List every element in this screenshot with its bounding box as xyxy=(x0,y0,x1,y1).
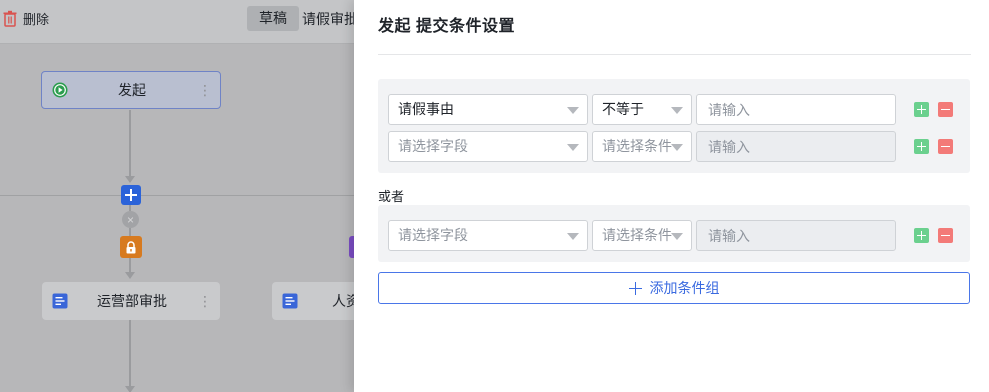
field-select-value: 请假事由 xyxy=(398,101,454,117)
divider xyxy=(378,54,971,55)
value-input xyxy=(696,220,896,251)
delete-button[interactable]: 删除 xyxy=(2,9,49,28)
start-node-label: 发起 xyxy=(118,82,146,98)
operator-select[interactable]: 不等于 xyxy=(592,94,692,125)
plus-icon xyxy=(125,189,137,201)
delete-label: 删除 xyxy=(23,12,50,27)
condition-group: 请选择字段 请选择条件 xyxy=(378,205,970,262)
field-select-placeholder: 请选择字段 xyxy=(398,227,468,243)
flow-title: 请假审批 xyxy=(302,11,358,27)
chevron-down-icon xyxy=(671,107,683,114)
remove-condition-button[interactable] xyxy=(938,139,953,154)
close-icon[interactable]: × xyxy=(122,211,139,228)
trash-icon xyxy=(2,10,18,27)
connector-line xyxy=(129,110,131,182)
add-group-label: 添加条件组 xyxy=(649,280,720,296)
operations-approval-node[interactable]: 运营部审批 ⋮ xyxy=(42,282,220,320)
more-vertical-icon[interactable]: ⋮ xyxy=(196,83,214,97)
condition-settings-drawer: 发起 提交条件设置 请假事由 不等于 请选择字段 请选择条件 xyxy=(354,0,989,392)
add-condition-button[interactable] xyxy=(914,102,929,117)
or-label: 或者 xyxy=(378,189,405,204)
value-input[interactable] xyxy=(696,94,896,125)
add-condition-button[interactable] xyxy=(914,228,929,243)
chevron-down-icon xyxy=(567,233,579,240)
operations-node-label: 运营部审批 xyxy=(97,293,167,309)
operator-select[interactable]: 请选择条件 xyxy=(592,131,692,162)
operator-select-placeholder: 请选择条件 xyxy=(602,227,672,243)
chevron-down-icon xyxy=(671,144,683,151)
remove-condition-button[interactable] xyxy=(938,228,953,243)
chevron-down-icon xyxy=(567,144,579,151)
add-node-button[interactable] xyxy=(121,185,141,205)
field-select-placeholder: 请选择字段 xyxy=(398,138,468,154)
connector-arrow xyxy=(125,176,135,183)
field-select[interactable]: 请选择字段 xyxy=(388,131,588,162)
operator-select-placeholder: 请选择条件 xyxy=(602,138,672,154)
connector-line xyxy=(129,320,131,392)
condition-group: 请假事由 不等于 请选择字段 请选择条件 xyxy=(378,79,970,173)
operator-select-value: 不等于 xyxy=(602,101,644,117)
hr-node-label: 人资 xyxy=(332,293,360,309)
connector-arrow xyxy=(125,272,135,279)
hr-approval-node[interactable]: 人资 xyxy=(272,282,362,320)
add-condition-group-button[interactable]: 添加条件组 xyxy=(378,272,970,304)
chevron-down-icon xyxy=(567,107,579,114)
field-select[interactable]: 请选择字段 xyxy=(388,220,588,251)
document-icon xyxy=(282,293,298,309)
operator-select[interactable]: 请选择条件 xyxy=(592,220,692,251)
chevron-down-icon xyxy=(671,233,683,240)
more-vertical-icon[interactable]: ⋮ xyxy=(196,294,214,308)
value-input xyxy=(696,131,896,162)
connector-line xyxy=(129,228,131,236)
document-icon xyxy=(52,293,68,309)
connector-arrow xyxy=(125,386,135,392)
plus-icon xyxy=(628,281,642,295)
start-node[interactable]: 发起 ⋮ xyxy=(41,71,221,109)
draft-status-tag: 草稿 xyxy=(247,6,299,31)
play-icon xyxy=(52,82,68,98)
lock-icon[interactable] xyxy=(120,236,142,258)
drawer-title: 发起 提交条件设置 xyxy=(378,18,515,35)
branch-line xyxy=(0,195,360,196)
remove-condition-button[interactable] xyxy=(938,102,953,117)
field-select[interactable]: 请假事由 xyxy=(388,94,588,125)
add-condition-button[interactable] xyxy=(914,139,929,154)
